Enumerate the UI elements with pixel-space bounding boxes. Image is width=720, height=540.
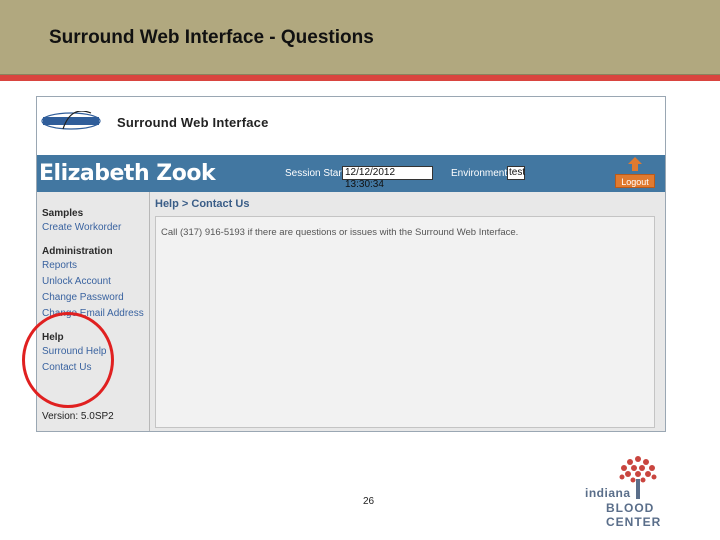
- user-name: Elizabeth Zook: [39, 161, 216, 186]
- nav-link-unlock-account[interactable]: Unlock Account: [42, 276, 111, 287]
- environment-label: Environment: [451, 168, 508, 179]
- title-divider: [0, 75, 720, 81]
- org-name-line2: BLOOD CENTER: [606, 501, 662, 529]
- highlight-circle: [22, 312, 114, 408]
- app-logo-text: Surround Web Interface: [117, 115, 269, 130]
- logout-button[interactable]: Logout: [615, 157, 655, 189]
- nav-link-reports[interactable]: Reports: [42, 260, 77, 271]
- page-number: 26: [363, 496, 375, 507]
- up-arrow-icon: [628, 157, 642, 171]
- session-start-field[interactable]: 12/12/2012 13:30:34: [342, 166, 433, 190]
- slide-title: Surround Web Interface - Questions: [49, 27, 374, 48]
- indiana-blood-center-logo: indiana BLOOD CENTER: [584, 453, 704, 529]
- environment-field[interactable]: test: [507, 166, 525, 180]
- nav-link-change-password[interactable]: Change Password: [42, 292, 124, 303]
- slide-title-bar: Surround Web Interface - Questions: [0, 0, 720, 75]
- message-box: Call (317) 916-5193 if there are questio…: [155, 216, 655, 428]
- app-user-bar: Elizabeth Zook Session Start 12/12/2012 …: [37, 155, 665, 192]
- nav-heading-samples: Samples: [42, 208, 84, 219]
- version-text: Version: 5.0SP2: [42, 411, 114, 422]
- surround-logo-icon: [41, 111, 101, 130]
- logout-label: Logout: [615, 174, 655, 188]
- breadcrumb: Help > Contact Us: [155, 198, 250, 210]
- org-name-line1: indiana: [585, 486, 631, 500]
- nav-link-create-workorder[interactable]: Create Workorder: [42, 222, 121, 233]
- app-header: Surround Web Interface: [37, 97, 665, 155]
- app-screenshot: Surround Web Interface Elizabeth Zook Se…: [36, 96, 666, 432]
- content-panel: Help > Contact Us Call (317) 916-5193 if…: [150, 192, 665, 431]
- contact-message: Call (317) 916-5193 if there are questio…: [161, 227, 519, 238]
- session-start-label: Session Start: [285, 168, 345, 179]
- nav-heading-administration: Administration: [42, 246, 113, 257]
